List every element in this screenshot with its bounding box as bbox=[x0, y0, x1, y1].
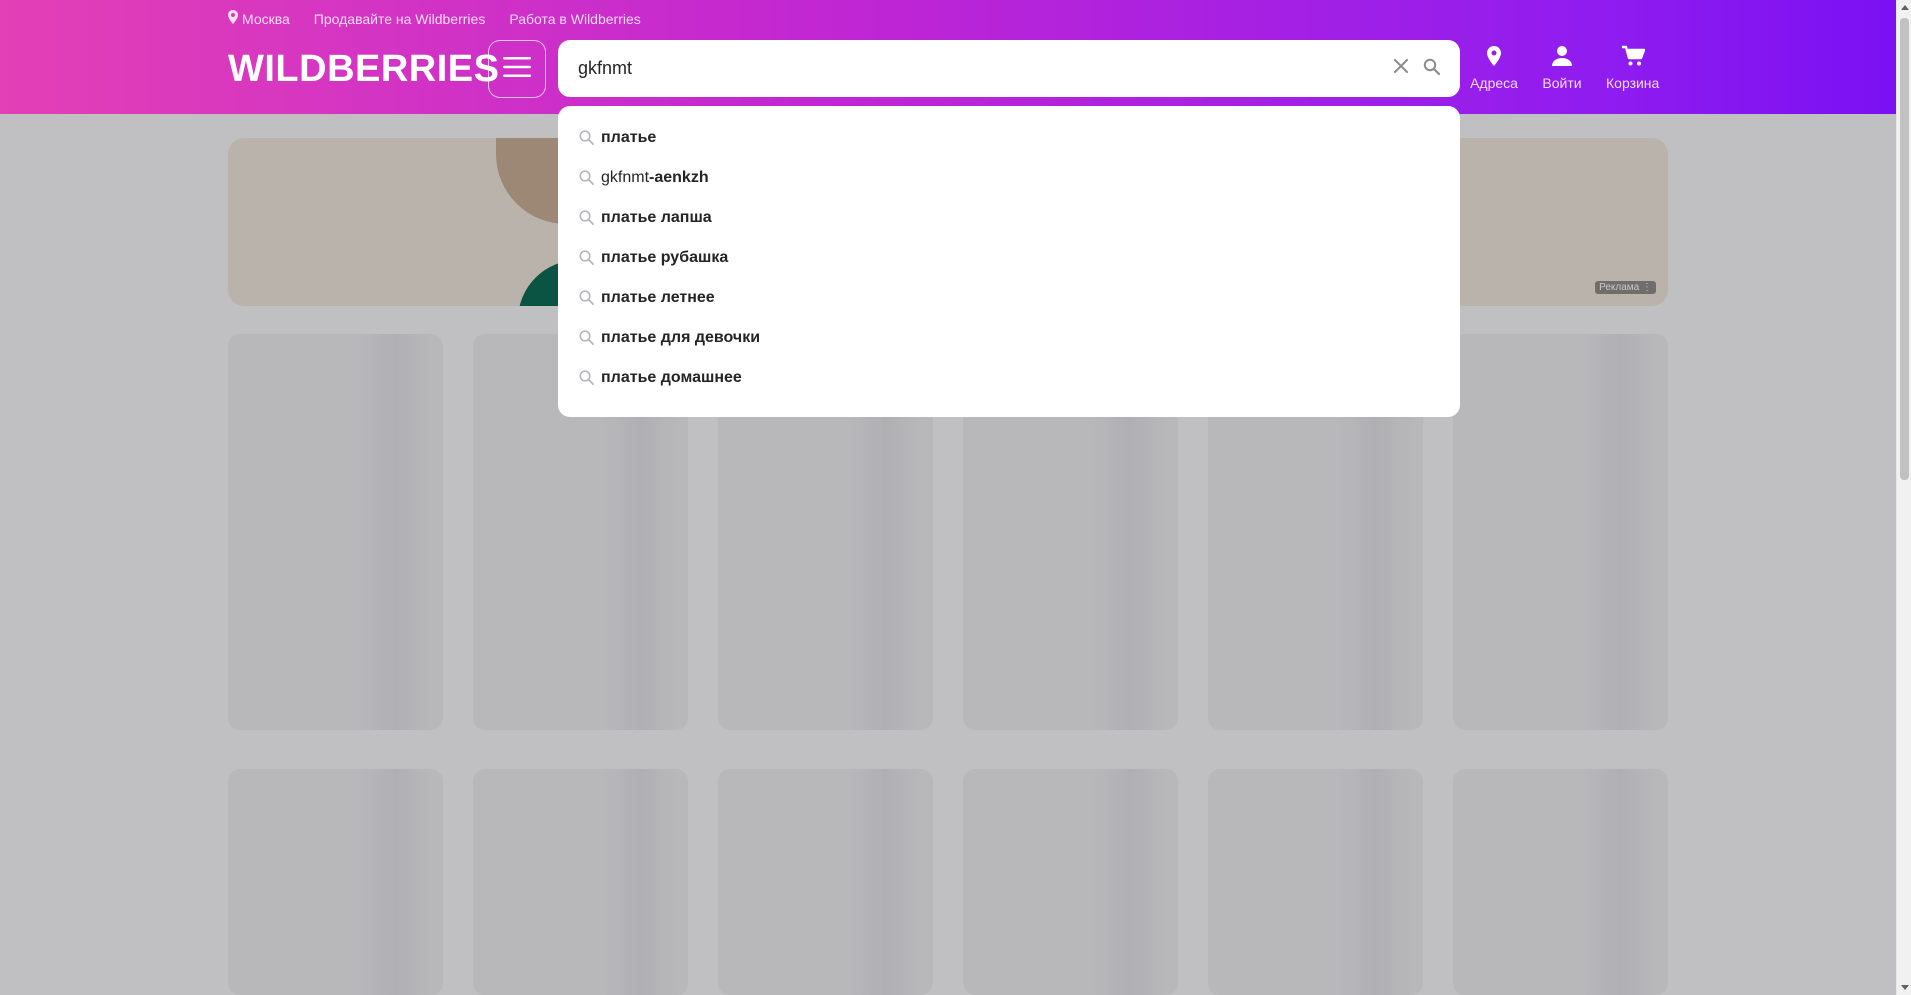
search-input[interactable] bbox=[558, 40, 1386, 97]
close-icon bbox=[1394, 59, 1408, 78]
logo[interactable]: WILDBERRIES bbox=[228, 48, 500, 91]
product-card-skeleton bbox=[473, 769, 688, 995]
suggestion-item[interactable]: gkfnmt-aenkzh bbox=[558, 158, 1460, 198]
clear-search-button[interactable] bbox=[1386, 54, 1416, 84]
jobs-link[interactable]: Работа в Wildberries bbox=[509, 10, 640, 27]
topbar: Москва Продавайте на Wildberries Работа … bbox=[228, 10, 641, 27]
location-pin-icon bbox=[228, 10, 238, 27]
sell-link[interactable]: Продавайте на Wildberries bbox=[314, 10, 486, 27]
search-suggestions: платье gkfnmt-aenkzh платье лапша платье… bbox=[558, 106, 1460, 417]
product-card-skeleton bbox=[228, 769, 443, 995]
search-icon bbox=[578, 325, 601, 351]
product-card-skeleton bbox=[1453, 769, 1668, 995]
suggestion-item[interactable]: платье домашнее bbox=[558, 358, 1460, 398]
suggestion-item[interactable]: платье лапша bbox=[558, 198, 1460, 238]
scroll-down-arrow-icon[interactable] bbox=[1901, 985, 1909, 990]
product-card-skeleton bbox=[1453, 334, 1668, 730]
scroll-up-arrow-icon[interactable] bbox=[1901, 5, 1909, 10]
suggestion-text: платье летнее bbox=[601, 289, 715, 306]
suggestion-item[interactable]: платье летнее bbox=[558, 278, 1460, 318]
login-label: Войти bbox=[1542, 75, 1582, 91]
suggestion-item[interactable]: платье bbox=[558, 118, 1460, 158]
location-pin-icon bbox=[1482, 44, 1506, 75]
addresses-label: Адреса bbox=[1470, 75, 1518, 91]
search-icon bbox=[578, 245, 601, 271]
suggestion-text: платье лапша bbox=[601, 209, 712, 226]
product-card-skeleton bbox=[718, 769, 933, 995]
search-icon bbox=[578, 125, 601, 151]
cart-label: Корзина bbox=[1606, 75, 1660, 91]
cart-icon bbox=[1621, 44, 1645, 75]
header-actions: Адреса Войти Корзина bbox=[1470, 44, 1659, 91]
city-label: Москва bbox=[242, 10, 290, 27]
suggestion-item[interactable]: платье для девочки bbox=[558, 318, 1460, 358]
search-icon bbox=[578, 285, 601, 311]
menu-button[interactable] bbox=[488, 40, 546, 98]
city-selector[interactable]: Москва bbox=[228, 10, 290, 27]
search-icon bbox=[578, 165, 601, 191]
ad-label[interactable]: Реклама ⋮ bbox=[1595, 281, 1656, 294]
suggestion-text: платье bbox=[601, 129, 657, 146]
search-icon bbox=[578, 365, 601, 391]
product-card-skeleton bbox=[1208, 769, 1423, 995]
login-button[interactable]: Войти bbox=[1538, 44, 1586, 91]
suggestion-text: gkfnmt-aenkzh bbox=[601, 169, 709, 186]
scrollbar-thumb[interactable] bbox=[1900, 18, 1909, 480]
product-card-skeleton bbox=[228, 334, 443, 730]
product-card-skeleton bbox=[963, 769, 1178, 995]
page-scrollbar[interactable] bbox=[1896, 0, 1911, 995]
search-bar bbox=[558, 40, 1460, 97]
cart-button[interactable]: Корзина bbox=[1606, 44, 1659, 91]
search-icon bbox=[1423, 58, 1440, 80]
suggestion-text: платье домашнее bbox=[601, 369, 742, 386]
suggestion-text: платье для девочки bbox=[601, 329, 761, 346]
hamburger-icon bbox=[503, 56, 531, 83]
search-submit-button[interactable] bbox=[1416, 54, 1446, 84]
user-icon bbox=[1550, 44, 1574, 75]
suggestion-text: платье рубашка bbox=[601, 249, 729, 266]
search-icon bbox=[578, 205, 601, 231]
addresses-button[interactable]: Адреса bbox=[1470, 44, 1518, 91]
suggestion-item[interactable]: платье рубашка bbox=[558, 238, 1460, 278]
